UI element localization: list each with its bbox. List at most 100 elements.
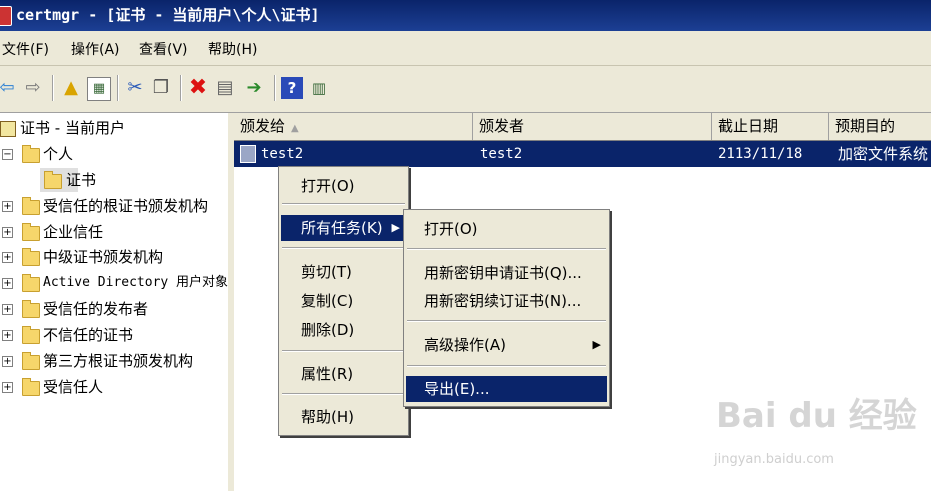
column-label: 颁发给 — [240, 117, 286, 135]
submenu-arrow-icon: ▶ — [391, 221, 400, 234]
expand-icon[interactable]: + — [2, 227, 13, 238]
column-issued-to[interactable]: 颁发给 ▲ — [234, 113, 473, 140]
submenu-arrow-icon: ▶ — [592, 338, 601, 351]
column-intended-purposes[interactable]: 预期目的 — [829, 113, 931, 140]
window-title: certmgr - [证书 - 当前用户\个人\证书] — [16, 6, 320, 24]
folder-icon — [22, 145, 40, 163]
toolbar-separator — [117, 75, 119, 101]
toolbar-separator — [52, 75, 54, 101]
cell-expiration: 2113/11/18 — [718, 146, 803, 162]
tree-item-label: 证书 — [66, 171, 97, 189]
column-label: 预期目的 — [835, 117, 896, 135]
console-tree-icon[interactable]: ▥ — [308, 77, 330, 99]
submenu-item-open[interactable]: 打开(O) — [406, 216, 607, 242]
tree-item-label: Active Directory 用户对象 — [43, 275, 229, 290]
menu-separator — [407, 248, 606, 250]
expand-icon[interactable]: + — [2, 304, 13, 315]
tree-item-label: 受信任的根证书颁发机构 — [43, 197, 209, 215]
cell-purpose: 加密文件系统 — [838, 145, 929, 163]
menu-item-label: 所有任务(K) — [301, 219, 383, 237]
submenu-item-export[interactable]: 导出(E)... — [406, 376, 607, 402]
menu-item-copy[interactable]: 复制(C) — [281, 288, 406, 314]
back-icon[interactable]: ⇦ — [0, 77, 18, 99]
tree-item-label: 中级证书颁发机构 — [43, 248, 164, 266]
up-folder-icon[interactable]: ▲ — [60, 77, 82, 99]
column-issued-by[interactable]: 颁发者 — [473, 113, 712, 140]
menu-item-cut[interactable]: 剪切(T) — [281, 259, 406, 285]
title-bar[interactable]: certmgr - [证书 - 当前用户\个人\证书] — [0, 0, 931, 31]
folder-icon — [22, 352, 40, 370]
menu-item-all-tasks[interactable]: 所有任务(K) ▶ — [281, 215, 406, 241]
certificate-icon — [240, 145, 256, 163]
cut-icon[interactable]: ✂ — [124, 77, 146, 99]
menu-separator — [282, 203, 405, 205]
tree-item-label: 企业信任 — [43, 223, 104, 241]
column-label: 颁发者 — [479, 117, 525, 135]
tree-item-label: 受信任的发布者 — [43, 300, 149, 318]
menu-item-open[interactable]: 打开(O) — [281, 173, 406, 199]
menu-item-properties[interactable]: 属性(R) — [281, 361, 406, 387]
folder-icon — [22, 326, 40, 344]
tree-item-label: 个人 — [43, 145, 74, 163]
menu-separator — [282, 247, 405, 249]
menu-item-label: 高级操作(A) — [424, 336, 506, 354]
folder-icon — [22, 248, 40, 266]
folder-icon — [22, 223, 40, 241]
tree-item-label: 不信任的证书 — [43, 326, 134, 344]
copy-icon[interactable]: ❐ — [150, 77, 172, 99]
forward-icon[interactable]: ⇨ — [22, 77, 44, 99]
help-icon[interactable]: ? — [281, 77, 303, 99]
all-tasks-submenu: 打开(O) 用新密钥申请证书(Q)... 用新密钥续订证书(N)... 高级操作… — [403, 209, 610, 407]
folder-icon — [22, 197, 40, 215]
submenu-item-renew-new-key[interactable]: 用新密钥续订证书(N)... — [406, 288, 607, 314]
submenu-item-request-new-key[interactable]: 用新密钥申请证书(Q)... — [406, 260, 607, 286]
menu-item-delete[interactable]: 删除(D) — [281, 317, 406, 343]
menu-file[interactable]: 文件(F) — [2, 39, 49, 59]
tree-item-label: 第三方根证书颁发机构 — [43, 352, 194, 370]
cell-issued-to: test2 — [261, 146, 304, 162]
menu-separator — [282, 393, 405, 395]
expand-icon[interactable]: + — [2, 252, 13, 263]
context-menu: 打开(O) 所有任务(K) ▶ 剪切(T) 复制(C) 删除(D) 属性(R) … — [278, 166, 409, 436]
toolbar-separator — [180, 75, 182, 101]
folder-icon — [22, 378, 40, 396]
export-list-icon[interactable]: ➔ — [243, 77, 265, 99]
expand-icon[interactable]: + — [2, 330, 13, 341]
console-tree: 证书 - 当前用户 − 个人 证书 + 受信任的根证书颁发机构 + 企业信任 +… — [0, 113, 230, 491]
table-row[interactable]: test2 test2 2113/11/18 加密文件系统 — [234, 141, 931, 167]
certmgr-app-icon — [0, 6, 12, 26]
menu-separator — [282, 350, 405, 352]
folder-icon — [44, 171, 62, 189]
cell-issued-by: test2 — [480, 146, 523, 162]
certificates-root-icon — [0, 121, 16, 137]
folder-icon — [22, 274, 40, 292]
menu-item-help[interactable]: 帮助(H) — [281, 404, 406, 430]
menu-separator — [407, 320, 606, 322]
column-label: 截止日期 — [718, 117, 779, 135]
collapse-icon[interactable]: − — [2, 149, 13, 160]
tree-item-label: 受信任人 — [43, 378, 104, 396]
submenu-item-advanced[interactable]: 高级操作(A) ▶ — [406, 332, 607, 358]
folder-icon — [22, 300, 40, 318]
sort-ascending-icon: ▲ — [291, 123, 299, 134]
menu-help[interactable]: 帮助(H) — [208, 39, 257, 59]
toolbar-separator — [274, 75, 276, 101]
menu-action[interactable]: 操作(A) — [71, 39, 120, 59]
menu-separator — [407, 365, 606, 367]
expand-icon[interactable]: + — [2, 382, 13, 393]
tree-item-label: 证书 - 当前用户 — [20, 119, 125, 137]
column-expiration[interactable]: 截止日期 — [712, 113, 829, 140]
expand-icon[interactable]: + — [2, 356, 13, 367]
baidu-watermark-logo: Bai du 经验 — [716, 396, 917, 436]
menu-view[interactable]: 查看(V) — [139, 39, 188, 59]
tree-item-certificates[interactable]: 证书 — [40, 168, 96, 192]
list-header: 颁发给 ▲ 颁发者 截止日期 预期目的 — [234, 113, 931, 141]
baidu-watermark-url: jingyan.baidu.com — [714, 452, 834, 467]
show-hide-tree-icon[interactable]: ▦ — [87, 77, 111, 101]
expand-icon[interactable]: + — [2, 201, 13, 212]
expand-icon[interactable]: + — [2, 278, 13, 289]
properties-icon[interactable]: ▤ — [214, 77, 236, 99]
toolbar: ⇦ ⇨ ▲ ▦ ✂ ❐ ✖ ▤ ➔ ? ▥ — [0, 66, 931, 113]
delete-icon[interactable]: ✖ — [187, 77, 209, 99]
menu-bar: 文件(F) 操作(A) 查看(V) 帮助(H) — [0, 31, 931, 66]
